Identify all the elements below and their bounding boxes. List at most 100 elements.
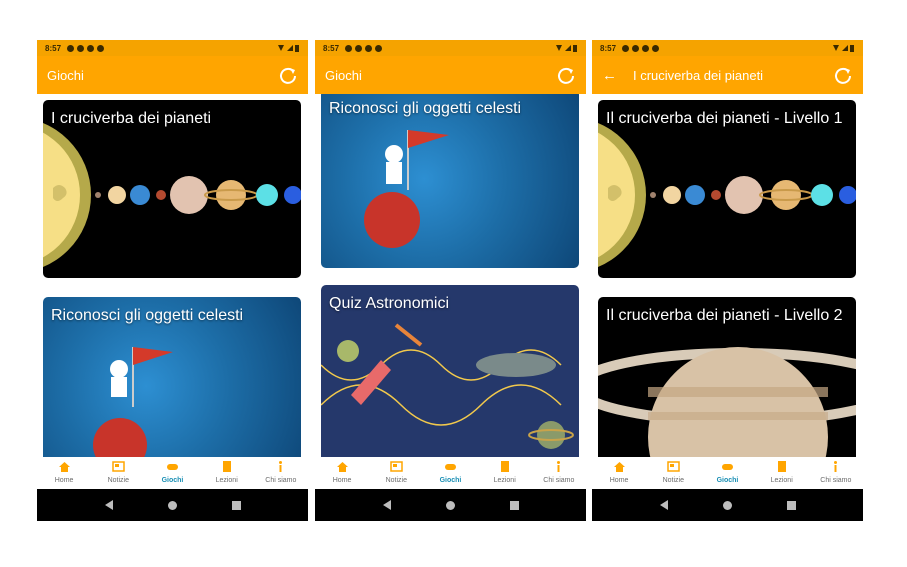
- game-card-oggetti-celesti[interactable]: Riconosci gli oggetti celesti: [43, 297, 301, 457]
- nav-item-giochi[interactable]: Giochi: [700, 460, 754, 484]
- nav-item-lezioni[interactable]: Lezioni: [200, 460, 254, 484]
- back-arrow-icon[interactable]: ←: [602, 67, 617, 84]
- news-icon: [390, 461, 403, 472]
- card-title: Il cruciverba dei pianeti - Livello 2: [606, 307, 843, 324]
- nav-item-chi-siamo[interactable]: Chi siamo: [254, 460, 308, 484]
- book-icon: [501, 461, 510, 472]
- info-icon: [557, 461, 561, 472]
- nav-item-home[interactable]: Home: [37, 460, 91, 484]
- home-icon: [336, 462, 348, 472]
- card-title: Riconosci gli oggetti celesti: [51, 307, 244, 324]
- nav-label: Lezioni: [493, 477, 516, 484]
- gamepad-icon: [166, 464, 178, 470]
- nav-item-notizie[interactable]: Notizie: [91, 460, 145, 484]
- recents-icon[interactable]: [786, 500, 796, 510]
- nav-label: Giochi: [439, 477, 462, 484]
- nav-label: Lezioni: [770, 477, 793, 484]
- signal-battery-icon: [833, 45, 854, 52]
- card-title: Il cruciverba dei pianeti - Livello 1: [606, 110, 843, 127]
- phone-screen-cruciverba: 8:57 ← I cruciverba dei pianeti Il cruci…: [592, 40, 863, 521]
- news-icon: [667, 461, 680, 472]
- book-icon: [778, 461, 787, 472]
- nav-label: Home: [54, 477, 74, 484]
- home-button-icon[interactable]: [722, 500, 732, 510]
- game-card-quiz[interactable]: Quiz Astronomici: [321, 285, 579, 457]
- nav-label: Chi siamo: [543, 477, 575, 484]
- system-icons: [833, 44, 855, 52]
- refresh-icon[interactable]: [556, 65, 576, 85]
- gamepad-icon: [444, 464, 456, 470]
- games-list: I cruciverba dei pianeti Riconosci gli o…: [37, 94, 308, 457]
- nav-label: Chi siamo: [265, 477, 297, 484]
- status-bar: 8:57: [592, 40, 863, 56]
- signal-battery-icon: [278, 45, 299, 52]
- refresh-icon[interactable]: [278, 65, 298, 85]
- info-icon: [834, 461, 838, 472]
- recents-icon[interactable]: [509, 500, 519, 510]
- back-icon[interactable]: [104, 500, 113, 510]
- system-navigation: [315, 489, 586, 521]
- page-title: I cruciverba dei pianeti: [633, 67, 764, 83]
- status-bar: 8:57: [315, 40, 586, 56]
- card-title: Quiz Astronomici: [329, 295, 450, 312]
- nav-label: Lezioni: [215, 477, 238, 484]
- nav-item-notizie[interactable]: Notizie: [646, 460, 700, 484]
- bottom-navigation: Home Notizie Giochi Lezioni Chi siamo: [592, 457, 863, 489]
- notification-icons: [622, 44, 660, 52]
- refresh-icon[interactable]: [833, 65, 853, 85]
- game-card-oggetti-celesti[interactable]: Riconosci gli oggetti celesti: [321, 94, 579, 268]
- system-icons: [556, 44, 578, 52]
- nav-item-lezioni[interactable]: Lezioni: [755, 460, 809, 484]
- bottom-navigation: Home Notizie Giochi Lezioni Chi siamo: [37, 457, 308, 489]
- nav-item-giochi[interactable]: Giochi: [423, 460, 477, 484]
- app-bar: Giochi: [37, 56, 308, 94]
- game-card-cruciverba[interactable]: I cruciverba dei pianeti: [43, 100, 301, 278]
- notification-icons: [67, 44, 105, 52]
- nav-label: Notizie: [385, 477, 407, 484]
- level-card-1[interactable]: Il cruciverba dei pianeti - Livello 1: [598, 100, 856, 278]
- nav-item-chi-siamo[interactable]: Chi siamo: [532, 460, 586, 484]
- gamepad-icon: [721, 464, 733, 470]
- home-button-icon[interactable]: [445, 500, 455, 510]
- system-icons: [278, 44, 300, 52]
- nav-label: Home: [609, 477, 629, 484]
- notification-icons: [345, 44, 383, 52]
- home-button-icon[interactable]: [167, 500, 177, 510]
- home-icon: [613, 462, 625, 472]
- card-title: Riconosci gli oggetti celesti: [329, 100, 522, 117]
- bottom-navigation: Home Notizie Giochi Lezioni Chi siamo: [315, 457, 586, 489]
- info-icon: [279, 461, 283, 472]
- system-navigation: [37, 489, 308, 521]
- status-time: 8:57: [323, 43, 340, 53]
- nav-item-home[interactable]: Home: [315, 460, 369, 484]
- status-time: 8:57: [45, 43, 62, 53]
- games-list: Riconosci gli oggetti celesti Quiz Astro…: [315, 94, 586, 457]
- page-title: Giochi: [47, 67, 84, 83]
- nav-label: Notizie: [107, 477, 129, 484]
- nav-label: Chi siamo: [820, 477, 852, 484]
- nav-label: Notizie: [662, 477, 684, 484]
- system-navigation: [592, 489, 863, 521]
- status-bar: 8:57: [37, 40, 308, 56]
- nav-item-giochi[interactable]: Giochi: [145, 460, 199, 484]
- back-icon[interactable]: [659, 500, 668, 510]
- level-card-2[interactable]: Il cruciverba dei pianeti - Livello 2: [598, 297, 856, 457]
- news-icon: [112, 461, 125, 472]
- nav-label: Giochi: [716, 477, 739, 484]
- phone-screen-giochi: 8:57 Giochi I cruciverba dei pianeti Ric…: [37, 40, 308, 521]
- recents-icon[interactable]: [231, 500, 241, 510]
- levels-list: Il cruciverba dei pianeti - Livello 1 Il…: [592, 94, 863, 457]
- card-title: I cruciverba dei pianeti: [51, 110, 212, 127]
- nav-label: Giochi: [161, 477, 184, 484]
- back-icon[interactable]: [382, 500, 391, 510]
- nav-item-home[interactable]: Home: [592, 460, 646, 484]
- status-time: 8:57: [600, 43, 617, 53]
- nav-item-notizie[interactable]: Notizie: [369, 460, 423, 484]
- astronaut-illustration: [364, 130, 449, 248]
- nav-item-chi-siamo[interactable]: Chi siamo: [809, 460, 863, 484]
- page-title: Giochi: [325, 67, 362, 83]
- app-bar: ← I cruciverba dei pianeti: [592, 56, 863, 94]
- nav-item-lezioni[interactable]: Lezioni: [478, 460, 532, 484]
- nav-label: Home: [332, 477, 352, 484]
- phone-screen-giochi-scrolled: 8:57 Giochi Riconosci gli oggetti celest…: [315, 40, 586, 521]
